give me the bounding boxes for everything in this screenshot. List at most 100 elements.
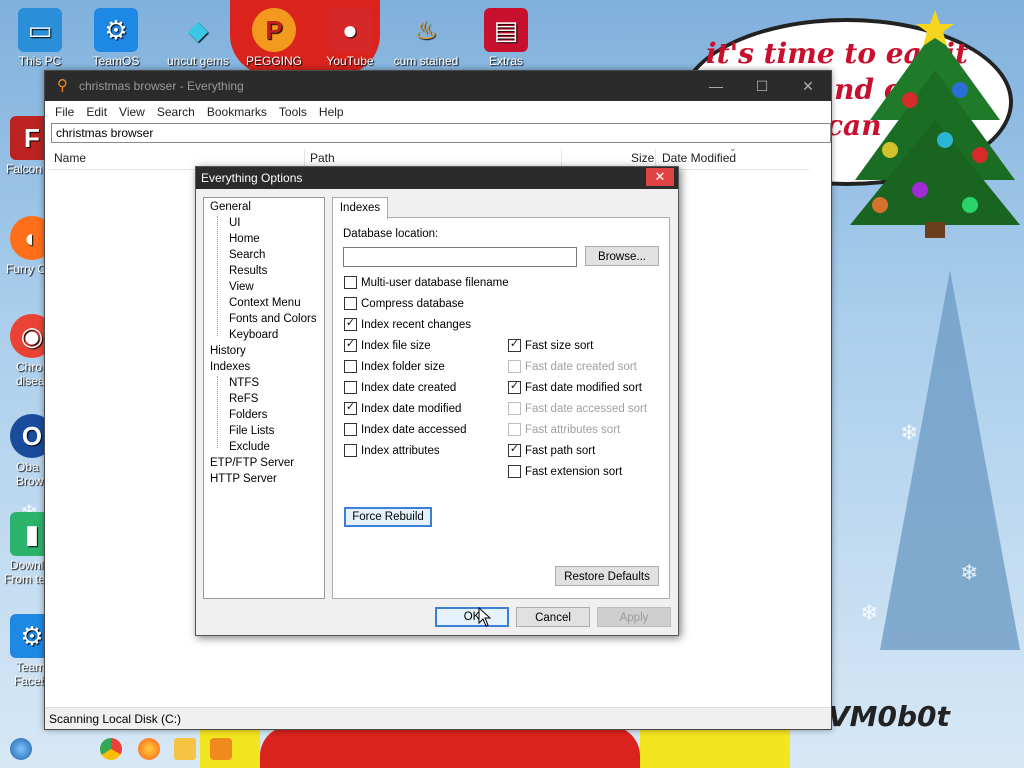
right-checkbox-5[interactable]: Fast path sort — [508, 444, 595, 457]
desktop-icon-teamos[interactable]: ⚙ TeamOS — [78, 8, 154, 68]
options-dialog: Everything Options ✕ General UI Home Sea… — [195, 166, 679, 636]
dialog-titlebar[interactable]: Everything Options ✕ — [196, 167, 678, 189]
desktop-icon-falcon[interactable]: F Falcon — [0, 116, 54, 176]
tree-connector — [217, 376, 218, 448]
checkbox-label: Index date created — [361, 381, 457, 394]
column-date-modified[interactable]: Date Modified — [662, 151, 736, 165]
tree-item-fonts-colors[interactable]: Fonts and Colors — [229, 313, 317, 325]
desktop-icon-obama[interactable]: O Oba Brow — [0, 414, 54, 488]
menu-bar: File Edit View Search Bookmarks Tools He… — [45, 101, 831, 123]
database-location-input[interactable] — [343, 247, 577, 267]
column-divider[interactable] — [304, 149, 305, 167]
browse-button[interactable]: Browse... — [585, 246, 659, 266]
window-titlebar[interactable]: ⚲ christmas browser - Everything — ☐ ✕ — [45, 71, 831, 101]
checkbox-label: Index file size — [361, 339, 431, 352]
tree-item-history[interactable]: History — [210, 345, 246, 357]
angry-bird-icon: ● — [328, 8, 372, 52]
left-checkbox-5[interactable]: Index date created — [344, 381, 456, 394]
right-checkbox-2[interactable]: Fast date modified sort — [508, 381, 642, 394]
tree-item-refs[interactable]: ReFS — [229, 393, 258, 405]
left-checkbox-6[interactable]: Index date modified — [344, 402, 461, 415]
right-checkbox-1: Fast date created sort — [508, 360, 637, 373]
left-checkbox-8[interactable]: Index attributes — [344, 444, 440, 457]
menu-tools[interactable]: Tools — [273, 105, 313, 119]
desktop-icon-uncut-gems[interactable]: ◆ uncut gems — [160, 8, 236, 69]
menu-view[interactable]: View — [113, 105, 151, 119]
right-checkbox-6[interactable]: Fast extension sort — [508, 465, 622, 478]
tree-item-home[interactable]: Home — [229, 233, 260, 245]
left-checkbox-2[interactable]: Index recent changes — [344, 318, 471, 331]
tree-item-search[interactable]: Search — [229, 249, 265, 261]
checkbox-label: Index recent changes — [361, 318, 471, 331]
tree-item-view[interactable]: View — [229, 281, 254, 293]
column-size[interactable]: Size — [631, 151, 654, 165]
column-path[interactable]: Path — [310, 151, 335, 165]
tree-item-folders[interactable]: Folders — [229, 409, 267, 421]
desktop-icon-chrome[interactable]: ◉ Chro disea — [0, 314, 54, 388]
column-name[interactable]: Name — [54, 151, 86, 165]
left-checkbox-1[interactable]: Compress database — [344, 297, 464, 310]
desktop-icon-youtube[interactable]: ● YouTube — [312, 8, 388, 68]
tree-item-ui[interactable]: UI — [229, 217, 241, 229]
search-input[interactable]: christmas browser — [51, 123, 831, 143]
chrome-taskbar-icon[interactable] — [100, 738, 122, 760]
left-checkbox-4[interactable]: Index folder size — [344, 360, 445, 373]
checkbox-box-icon — [344, 381, 357, 394]
desktop-icon-team-facebook[interactable]: ⚙ Team Faceb — [0, 614, 54, 688]
right-checkbox-0[interactable]: Fast size sort — [508, 339, 593, 352]
start-button-windows-icon[interactable] — [10, 738, 32, 760]
checkbox-label: Index folder size — [361, 360, 445, 373]
menu-help[interactable]: Help — [313, 105, 350, 119]
tree-item-indexes[interactable]: Indexes — [210, 361, 250, 373]
everything-taskbar-icon[interactable] — [210, 738, 232, 760]
checkbox-box-icon — [344, 402, 357, 415]
desktop-icon-cum-stained[interactable]: ♨ cum stained — [388, 8, 464, 69]
window-title: christmas browser - Everything — [79, 79, 244, 93]
checkbox-label: Fast date modified sort — [525, 381, 642, 394]
desktop-icon-furry[interactable]: ◐ Furry C — [0, 216, 54, 276]
file-explorer-taskbar-icon[interactable] — [174, 738, 196, 760]
apply-button[interactable]: Apply — [597, 607, 671, 627]
tree-item-ntfs[interactable]: NTFS — [229, 377, 259, 389]
checkbox-box-icon — [508, 423, 521, 436]
cancel-button[interactable]: Cancel — [516, 607, 590, 627]
left-checkbox-0[interactable]: Multi-user database filename — [344, 276, 509, 289]
tree-item-exclude[interactable]: Exclude — [229, 441, 270, 453]
firefox-taskbar-icon[interactable] — [138, 738, 160, 760]
minimize-button[interactable]: — — [693, 71, 739, 101]
christmas-tree-icon — [850, 10, 1020, 238]
menu-search[interactable]: Search — [151, 105, 201, 119]
column-divider[interactable] — [655, 149, 656, 167]
tree-item-results[interactable]: Results — [229, 265, 267, 277]
p-logo-icon: P — [252, 8, 296, 52]
force-rebuild-button[interactable]: Force Rebuild — [344, 507, 432, 527]
tree-item-http-server[interactable]: HTTP Server — [210, 473, 277, 485]
watermark-text: VM0b0t — [828, 700, 950, 733]
menu-file[interactable]: File — [49, 105, 80, 119]
tab-indexes[interactable]: Indexes — [332, 197, 388, 219]
close-button[interactable]: ✕ — [785, 71, 831, 101]
maximize-button[interactable]: ☐ — [739, 71, 785, 101]
desktop-icon-download[interactable]: ▮ Downl From te — [0, 512, 54, 586]
checkbox-box-icon — [344, 444, 357, 457]
tree-item-general[interactable]: General — [210, 201, 251, 213]
snowflake-icon: ❄ — [960, 560, 979, 585]
left-checkbox-7[interactable]: Index date accessed — [344, 423, 467, 436]
menu-bookmarks[interactable]: Bookmarks — [201, 105, 273, 119]
left-checkbox-3[interactable]: Index file size — [344, 339, 431, 352]
desktop-icon-extras[interactable]: ▤ Extras — [468, 8, 544, 68]
right-checkbox-3: Fast date accessed sort — [508, 402, 647, 415]
tree-item-file-lists[interactable]: File Lists — [229, 425, 274, 437]
book-icon: ▤ — [484, 8, 528, 52]
database-location-label: Database location: — [343, 228, 439, 240]
tree-item-context-menu[interactable]: Context Menu — [229, 297, 301, 309]
desktop-icon-this-pc[interactable]: ▭ This PC — [2, 8, 78, 68]
checkbox-label: Fast attributes sort — [525, 423, 621, 436]
dialog-close-button[interactable]: ✕ — [646, 168, 674, 186]
tree-item-keyboard[interactable]: Keyboard — [229, 329, 278, 341]
restore-defaults-button[interactable]: Restore Defaults — [555, 566, 659, 586]
tree-item-etp-ftp-server[interactable]: ETP/FTP Server — [210, 457, 294, 469]
column-divider[interactable] — [561, 149, 562, 167]
menu-edit[interactable]: Edit — [80, 105, 113, 119]
ok-button[interactable]: OK — [435, 607, 509, 627]
